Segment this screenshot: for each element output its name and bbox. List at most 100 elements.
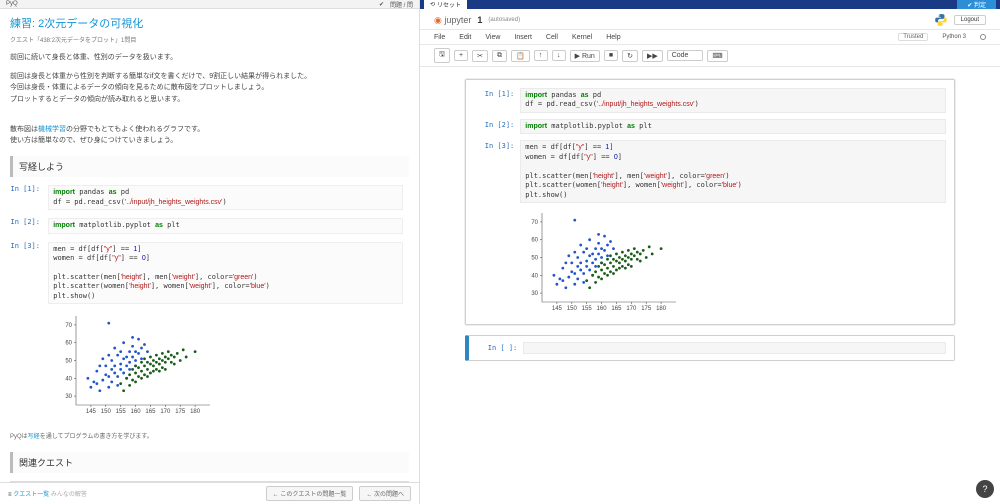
scatter-svg-left: 1451501551601651701751803040506070: [54, 312, 214, 417]
svg-text:50: 50: [65, 359, 72, 365]
nb-output-plot: 145 150 155 160 165 170175 180 30 40 50 60 70: [520, 209, 945, 316]
quest-line: クエスト「438:2次元データをプロット」1問目: [10, 35, 409, 44]
autosave-text: (autosaved): [488, 17, 520, 23]
restart-run-icon[interactable]: ▶▶: [642, 50, 663, 62]
notebook-title[interactable]: 1: [477, 15, 482, 25]
lesson-footer: ≡ クエスト一覧 みんなの解答 ← このクエストの問題一覧 ← 次の問題へ: [0, 482, 419, 504]
nb-cell-1[interactable]: In [1]: import pandas as pddf = pd.read_…: [474, 88, 945, 113]
svg-text:60: 60: [532, 238, 539, 244]
scatter-svg-right: 145 150 155 160 165 170175 180 30 40 50 60 70: [520, 209, 680, 314]
related-header: 関連クエスト: [10, 452, 409, 473]
jupyter-header: ◉ jupyter 1 (autosaved) Logout: [420, 9, 1000, 30]
svg-text:180: 180: [190, 409, 201, 415]
check-icon: ✔: [379, 1, 384, 8]
menu-kernel[interactable]: Kernel: [572, 34, 592, 41]
lesson-title: 練習: 2次元データの可視化: [10, 15, 409, 31]
svg-text:155: 155: [582, 306, 593, 312]
notebook-pane: ⟲ リセット ✔ 判定 ◉ jupyter 1 (autosaved) Logo…: [420, 0, 1000, 504]
svg-text:175: 175: [641, 306, 652, 312]
kernel-name[interactable]: Python 3: [942, 34, 966, 40]
move-down-icon[interactable]: ↓: [552, 50, 566, 61]
cell-type-select[interactable]: Code: [667, 50, 704, 61]
stop-icon[interactable]: ■: [604, 50, 618, 61]
nb-cell-2[interactable]: In [2]: import matplotlib.pyplot as plt: [474, 119, 945, 134]
svg-text:155: 155: [116, 409, 127, 415]
svg-text:165: 165: [612, 306, 623, 312]
footnote: PyQは写経を通してプログラムの書き方を学びます。: [10, 431, 409, 440]
prev-button[interactable]: ← このクエストの問題一覧: [266, 486, 354, 501]
judge-button[interactable]: ✔ 判定: [957, 0, 996, 9]
save-icon[interactable]: 🖫: [434, 48, 450, 63]
next-button[interactable]: ← 次の問題へ: [359, 486, 411, 501]
svg-text:40: 40: [532, 273, 539, 279]
reset-button[interactable]: ⟲ リセット: [424, 0, 467, 9]
kernel-status-icon: [980, 34, 986, 40]
paragraph-2: 前回は身長と体重から性別を判断する簡単なif文を書くだけで、9割正しい結果が得ら…: [10, 71, 409, 105]
svg-text:30: 30: [65, 394, 72, 400]
lesson-top-bar: PyQ ✔ 問題 / 問: [0, 0, 419, 9]
python-icon: [934, 13, 948, 27]
trusted-badge[interactable]: Trusted: [898, 33, 928, 41]
copy-icon[interactable]: ⧉: [492, 50, 507, 62]
svg-text:150: 150: [101, 409, 112, 415]
code-cell-3: In [3]: men = df[df["y"] == 1]women = df…: [10, 242, 409, 305]
cell-label: In [2]:: [10, 218, 46, 226]
cut-icon[interactable]: ✂: [472, 50, 488, 62]
notebook-body[interactable]: In [1]: import pandas as pddf = pd.read_…: [420, 67, 1000, 504]
nb-cell-empty[interactable]: In [ ]:: [465, 335, 954, 361]
code-content[interactable]: [523, 342, 945, 354]
command-palette-icon[interactable]: ⌨: [707, 50, 727, 62]
cell-label: In [3]:: [10, 242, 46, 250]
menu-view[interactable]: View: [485, 34, 500, 41]
code-content[interactable]: men = df[df["y"] == 1]women = df[df["y"]…: [520, 140, 945, 203]
svg-text:145: 145: [86, 409, 97, 415]
cell-label: In [1]:: [10, 185, 46, 193]
logout-button[interactable]: Logout: [954, 15, 986, 25]
code-content[interactable]: import matplotlib.pyplot as plt: [520, 119, 945, 134]
menu-cell[interactable]: Cell: [546, 34, 558, 41]
ml-link[interactable]: 機械学習: [38, 126, 66, 133]
lesson-pane: PyQ ✔ 問題 / 問 練習: 2次元データの可視化 クエスト「438:2次元…: [0, 0, 420, 504]
nb-cell-3[interactable]: In [3]: men = df[df["y"] == 1]women = df…: [474, 140, 945, 203]
menu-edit[interactable]: Edit: [459, 34, 471, 41]
help-fab[interactable]: ?: [976, 480, 994, 498]
code-cell-1: In [1]: import pandas as pddf = pd.read_…: [10, 185, 409, 210]
quest-list-link[interactable]: クエスト一覧: [13, 492, 49, 498]
paragraph-1: 前回に続いて身長と体重、性別のデータを扱います。: [10, 52, 409, 63]
add-cell-icon[interactable]: +: [454, 50, 468, 61]
svg-text:70: 70: [532, 220, 539, 226]
svg-text:160: 160: [131, 409, 142, 415]
list-icon: ≡: [8, 492, 12, 498]
notebook-top-bar: ⟲ リセット ✔ 判定: [420, 0, 1000, 9]
shakyo-link[interactable]: 写経: [28, 434, 40, 440]
code-content: import pandas as pddf = pd.read_csv('../…: [48, 185, 403, 210]
code-cell-2: In [2]: import matplotlib.pyplot as plt: [10, 218, 409, 233]
restart-icon[interactable]: ↻: [622, 50, 638, 62]
cell-label: In [2]:: [474, 119, 514, 134]
svg-text:145: 145: [552, 306, 563, 312]
status-text: 問題 / 問: [390, 0, 413, 9]
svg-text:170: 170: [627, 306, 638, 312]
section-header: 写経しよう: [10, 156, 409, 177]
svg-text:150: 150: [567, 306, 578, 312]
run-button[interactable]: ▶ Run: [570, 50, 600, 62]
svg-text:40: 40: [65, 377, 72, 383]
svg-text:30: 30: [532, 291, 539, 297]
svg-text:160: 160: [597, 306, 608, 312]
menu-file[interactable]: File: [434, 34, 445, 41]
code-content[interactable]: import pandas as pddf = pd.read_csv('../…: [520, 88, 945, 113]
jupyter-logo: ◉ jupyter: [434, 15, 471, 26]
svg-text:180: 180: [656, 306, 667, 312]
jupyter-toolbar: 🖫 + ✂ ⧉ 📋 ↑ ↓ ▶ Run ■ ↻ ▶▶ Code ⌨: [420, 45, 1000, 67]
svg-text:70: 70: [65, 323, 72, 329]
lesson-scatter-plot: 1451501551601651701751803040506070: [54, 312, 409, 419]
menu-insert[interactable]: Insert: [514, 34, 532, 41]
svg-text:50: 50: [532, 255, 539, 261]
brand: PyQ: [6, 1, 18, 7]
menu-help[interactable]: Help: [606, 34, 620, 41]
svg-text:175: 175: [175, 409, 186, 415]
svg-text:60: 60: [65, 341, 72, 347]
move-up-icon[interactable]: ↑: [534, 50, 548, 61]
paste-icon[interactable]: 📋: [511, 50, 530, 62]
cell-label: In [1]:: [474, 88, 514, 113]
